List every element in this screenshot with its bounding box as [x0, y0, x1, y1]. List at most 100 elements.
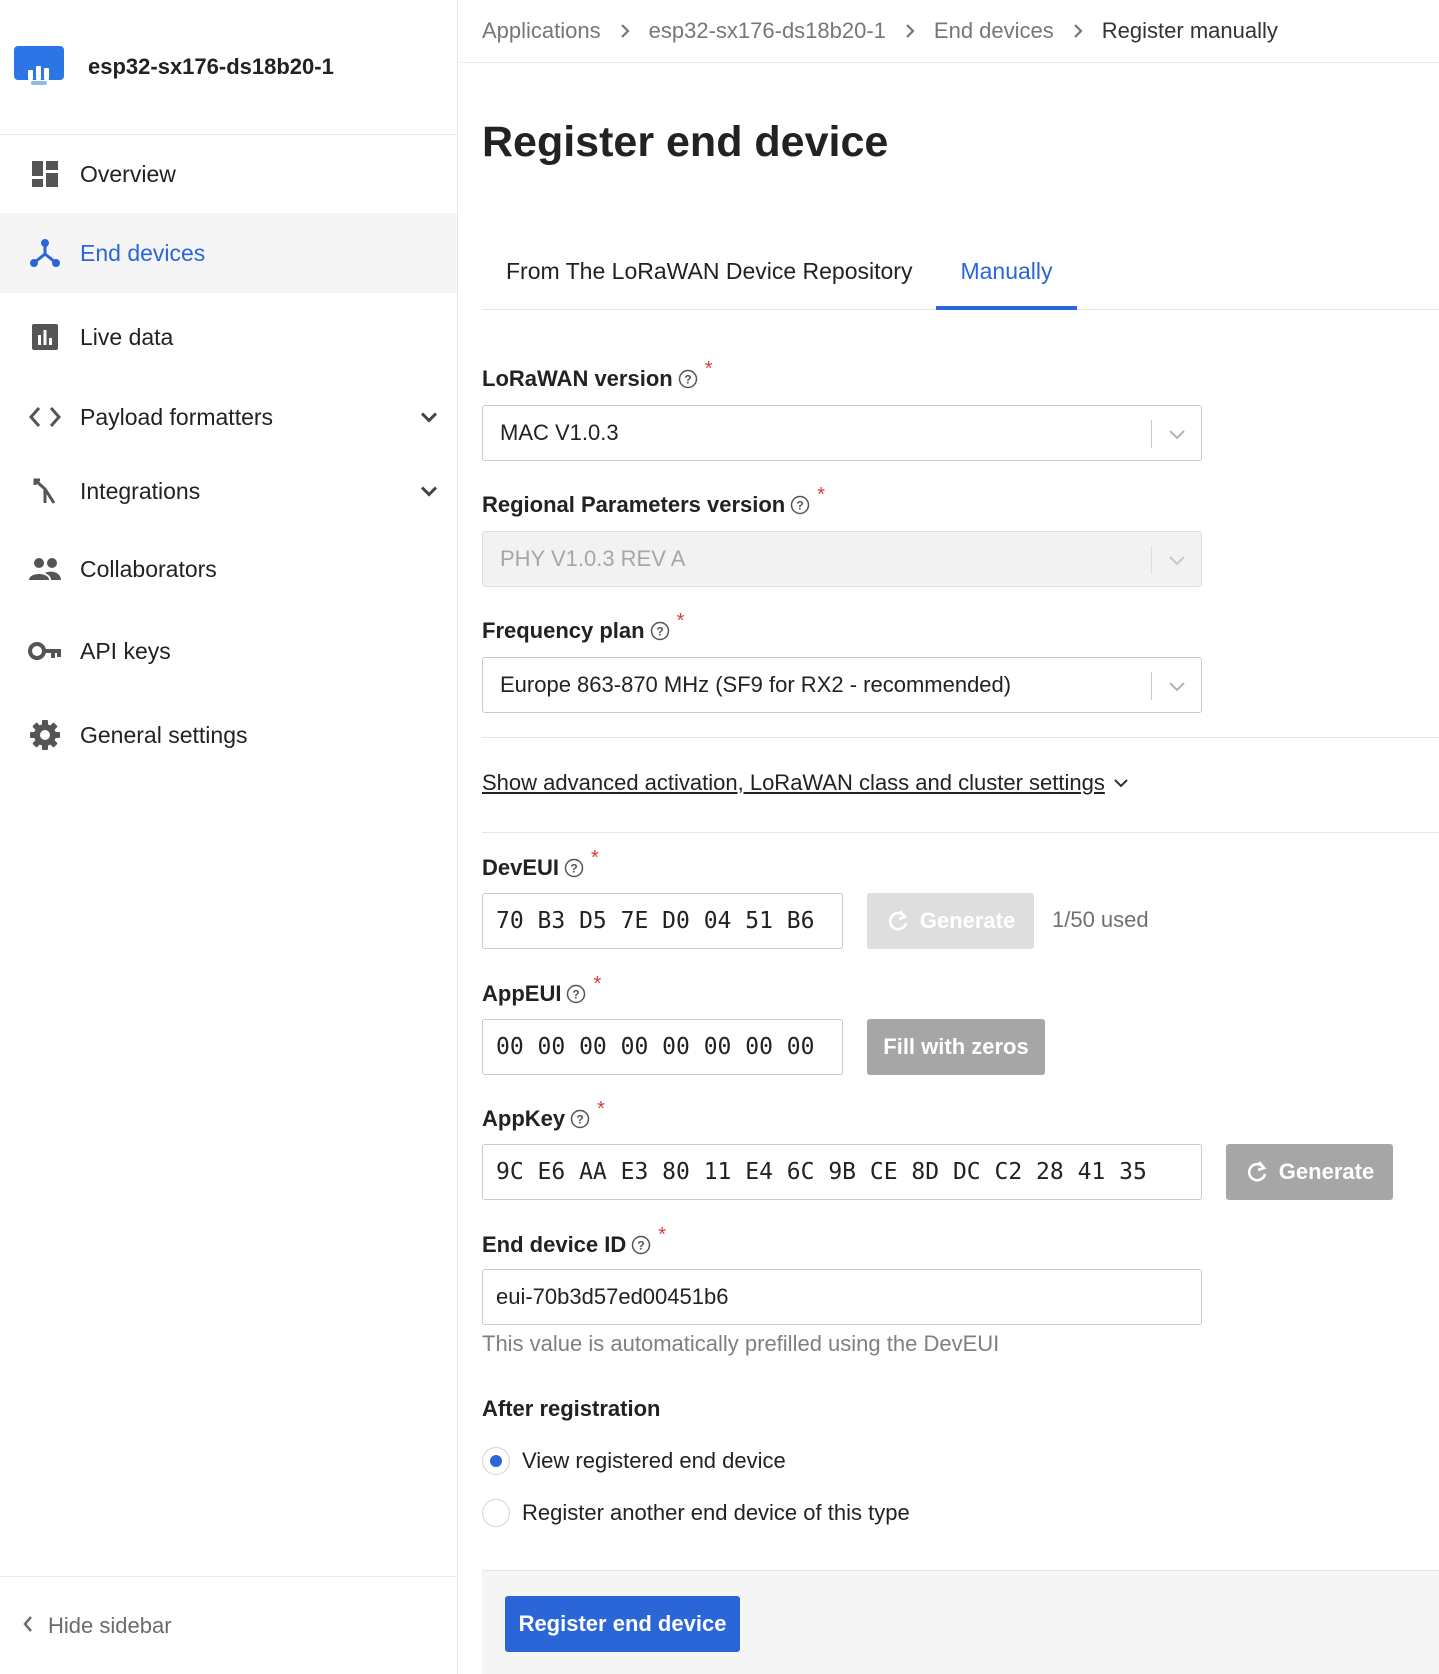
end-devices-icon	[28, 236, 62, 270]
dashboard-icon	[28, 157, 62, 191]
required-marker: *	[597, 1097, 605, 1120]
required-marker: *	[593, 972, 602, 995]
select-value: Europe 863-870 MHz (SF9 for RX2 - recomm…	[500, 672, 1012, 697]
input-value: eui-70b3d57ed00451b6	[496, 1284, 729, 1309]
svg-text:?: ?	[684, 373, 691, 387]
fill-with-zeros-button[interactable]: Fill with zeros	[867, 1019, 1045, 1075]
sidebar-item-payload-formatters[interactable]: Payload formatters	[0, 381, 457, 453]
gear-icon	[28, 718, 62, 752]
input-value: 00 00 00 00 00 00 00 00	[496, 1034, 815, 1060]
sidebar-item-live-data[interactable]: Live data	[0, 293, 457, 381]
registration-tabs: From The LoRaWAN Device Repository Manua…	[482, 240, 1439, 310]
label-text: End device ID	[482, 1232, 627, 1257]
chevron-down-icon	[1166, 675, 1188, 703]
chevron-right-icon	[904, 23, 916, 39]
key-icon	[28, 634, 62, 668]
tab-device-repository[interactable]: From The LoRaWAN Device Repository	[482, 240, 936, 309]
sidebar-item-label: End devices	[80, 239, 206, 266]
sidebar-header: esp32-sx176-ds18b20-1	[0, 0, 457, 135]
required-marker: *	[817, 483, 826, 506]
radio-view-registered[interactable]: View registered end device	[482, 1447, 786, 1475]
advanced-settings-label: Show advanced activation, LoRaWAN class …	[482, 770, 1105, 795]
button-label: Generate	[1278, 1159, 1375, 1184]
generate-app-key-button[interactable]: Generate	[1226, 1144, 1393, 1200]
people-icon	[28, 552, 62, 586]
sidebar-item-label: Live data	[80, 323, 174, 350]
sidebar-item-general-settings[interactable]: General settings	[0, 693, 457, 777]
end-device-id-input[interactable]: eui-70b3d57ed00451b6	[482, 1269, 1202, 1325]
sidebar-item-label: Collaborators	[80, 555, 217, 582]
lorawan-version-select[interactable]: MAC V1.0.3	[482, 405, 1202, 461]
chevron-left-icon	[22, 1613, 34, 1639]
radio-button[interactable]	[482, 1447, 510, 1475]
code-icon	[28, 400, 62, 434]
label-text: AppEUI	[482, 981, 562, 1006]
app-key-label: AppKey ? *	[482, 1098, 605, 1132]
application-name: esp32-sx176-ds18b20-1	[88, 54, 334, 79]
divider	[482, 832, 1439, 833]
generate-dev-eui-button[interactable]: Generate	[867, 893, 1034, 949]
required-marker: *	[676, 609, 685, 632]
svg-text:?: ?	[573, 988, 580, 1002]
chevron-down-icon[interactable]	[419, 478, 439, 505]
after-registration-label: After registration	[482, 1396, 661, 1421]
select-value: MAC V1.0.3	[500, 420, 619, 445]
sidebar-item-label: API keys	[80, 637, 171, 664]
sidebar-item-label: Payload formatters	[80, 403, 274, 430]
chevron-down-icon[interactable]	[419, 404, 439, 431]
regional-params-select[interactable]: PHY V1.0.3 REV A	[482, 531, 1202, 587]
merge-icon	[28, 474, 62, 508]
breadcrumb-application[interactable]: esp32-sx176-ds18b20-1	[649, 18, 886, 44]
label-text: LoRaWAN version	[482, 366, 673, 391]
help-icon[interactable]: ?	[631, 1235, 651, 1255]
help-icon[interactable]: ?	[570, 1109, 590, 1129]
sidebar-item-integrations[interactable]: Integrations	[0, 453, 457, 529]
label-text: Frequency plan	[482, 618, 645, 643]
label-text: DevEUI	[482, 855, 560, 880]
frequency-plan-label: Frequency plan ? *	[482, 610, 684, 644]
sidebar-item-api-keys[interactable]: API keys	[0, 609, 457, 693]
app-eui-input[interactable]: 00 00 00 00 00 00 00 00	[482, 1019, 843, 1075]
breadcrumb-current: Register manually	[1101, 18, 1278, 43]
button-label: Generate	[919, 908, 1016, 933]
required-marker: *	[704, 357, 713, 380]
page-title: Register end device	[482, 118, 889, 166]
dev-eui-input[interactable]: 70 B3 D5 7E D0 04 51 B6	[482, 893, 843, 949]
breadcrumb-applications[interactable]: Applications	[482, 18, 601, 44]
frequency-plan-select[interactable]: Europe 863-870 MHz (SF9 for RX2 - recomm…	[482, 657, 1202, 713]
svg-text:?: ?	[656, 625, 663, 639]
sidebar-nav: Overview End devices Live data Payload f…	[0, 135, 457, 777]
regional-params-label: Regional Parameters version ? *	[482, 484, 825, 518]
sidebar-item-overview[interactable]: Overview	[0, 135, 457, 213]
help-icon[interactable]: ?	[678, 369, 698, 389]
dev-eui-label: DevEUI ? *	[482, 847, 599, 881]
radio-label: View registered end device	[522, 1448, 786, 1473]
bar-chart-icon	[28, 320, 62, 354]
chevron-down-icon	[1166, 549, 1188, 577]
radio-register-another[interactable]: Register another end device of this type	[482, 1499, 910, 1527]
help-icon[interactable]: ?	[790, 495, 810, 515]
advanced-settings-toggle[interactable]: Show advanced activation, LoRaWAN class …	[482, 770, 1129, 796]
end-device-id-label: End device ID ? *	[482, 1224, 666, 1258]
input-value: 9C E6 AA E3 80 11 E4 6C 9B CE 8D DC C2 2…	[496, 1159, 1147, 1185]
radio-button[interactable]	[482, 1499, 510, 1527]
refresh-icon	[886, 909, 910, 933]
chevron-down-icon	[1166, 423, 1188, 451]
dev-eui-usage: 1/50 used	[1052, 907, 1149, 932]
help-icon[interactable]: ?	[650, 621, 670, 641]
sidebar-item-end-devices[interactable]: End devices	[0, 213, 457, 293]
svg-text:?: ?	[638, 1239, 645, 1253]
chevron-right-icon	[619, 23, 631, 39]
breadcrumb-end-devices[interactable]: End devices	[934, 18, 1054, 44]
help-icon[interactable]: ?	[564, 858, 584, 878]
help-icon[interactable]: ?	[566, 984, 586, 1004]
application-icon	[14, 46, 64, 88]
chevron-down-icon	[1113, 777, 1129, 789]
tab-manually[interactable]: Manually	[936, 240, 1077, 310]
button-label: Fill with zeros	[883, 1034, 1029, 1059]
divider	[482, 737, 1439, 738]
hide-sidebar-button[interactable]: Hide sidebar	[0, 1576, 458, 1674]
sidebar-item-collaborators[interactable]: Collaborators	[0, 529, 457, 609]
app-key-input[interactable]: 9C E6 AA E3 80 11 E4 6C 9B CE 8D DC C2 2…	[482, 1144, 1202, 1200]
register-end-device-button[interactable]: Register end device	[505, 1596, 740, 1652]
